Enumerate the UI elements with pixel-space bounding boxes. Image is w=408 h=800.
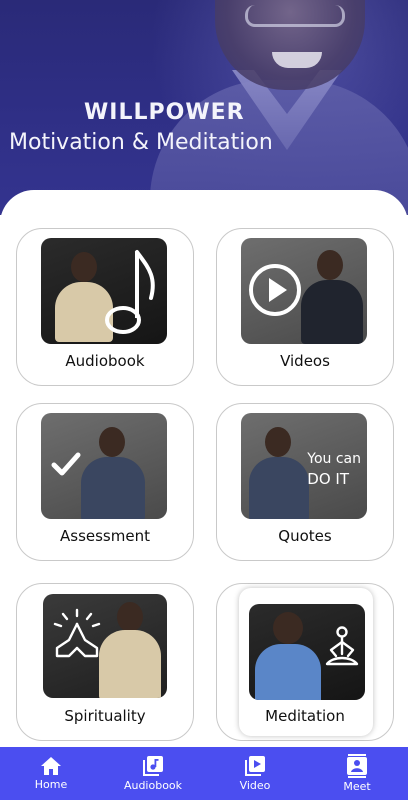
- card-label: Videos: [280, 352, 330, 370]
- nav-video[interactable]: Video: [204, 747, 306, 800]
- nav-audiobook[interactable]: Audiobook: [102, 747, 204, 800]
- audiobook-icon: [143, 756, 163, 776]
- meditation-icon: [325, 626, 359, 666]
- banner-glasses: [245, 5, 345, 27]
- bottom-navigation: Home Audiobook Video Meet: [0, 747, 408, 800]
- assessment-thumbnail: [41, 413, 167, 519]
- card-videos[interactable]: Videos: [216, 228, 394, 386]
- contact-card-icon: [347, 754, 367, 778]
- music-note-icon: [105, 250, 155, 334]
- nav-label-home: Home: [34, 778, 68, 791]
- home-icon: [41, 757, 61, 775]
- video-icon: [245, 756, 265, 776]
- nav-label-video: Video: [239, 779, 271, 792]
- quotes-thumbnail: You can DO IT: [241, 413, 367, 519]
- card-spirituality[interactable]: Spirituality: [16, 583, 194, 741]
- card-label: Quotes: [278, 527, 332, 545]
- checkmark-icon: [51, 452, 81, 476]
- nav-meet[interactable]: Meet: [306, 747, 408, 800]
- meditation-thumbnail: [249, 604, 365, 700]
- nav-label-meet: Meet: [343, 780, 371, 793]
- quote-overlay-text: You can DO IT: [307, 449, 361, 489]
- nav-label-audiobook: Audiobook: [123, 779, 183, 792]
- card-audiobook[interactable]: Audiobook: [16, 228, 194, 386]
- spirituality-thumbnail: [43, 594, 167, 698]
- app-subtitle: Motivation & Meditation: [9, 130, 273, 155]
- nav-home[interactable]: Home: [0, 747, 102, 800]
- content-sheet: Audiobook Videos Assessment You can DO I…: [0, 190, 408, 750]
- quote-line-1: You can: [307, 451, 361, 467]
- praying-hands-icon: [53, 608, 101, 658]
- card-label: Audiobook: [65, 352, 145, 370]
- audiobook-thumbnail: [41, 238, 167, 344]
- card-quotes[interactable]: You can DO IT Quotes: [216, 403, 394, 561]
- card-label: Spirituality: [64, 707, 146, 725]
- app-title: WILLPOWER: [84, 100, 245, 125]
- card-assessment[interactable]: Assessment: [16, 403, 194, 561]
- card-label: Meditation: [265, 707, 345, 725]
- card-label: Assessment: [60, 527, 150, 545]
- card-meditation[interactable]: Meditation: [216, 583, 394, 741]
- header-banner: WILLPOWER Motivation & Meditation: [0, 0, 408, 215]
- quote-line-2: DO IT: [307, 470, 349, 488]
- play-circle-icon: [249, 264, 301, 316]
- videos-thumbnail: [241, 238, 367, 344]
